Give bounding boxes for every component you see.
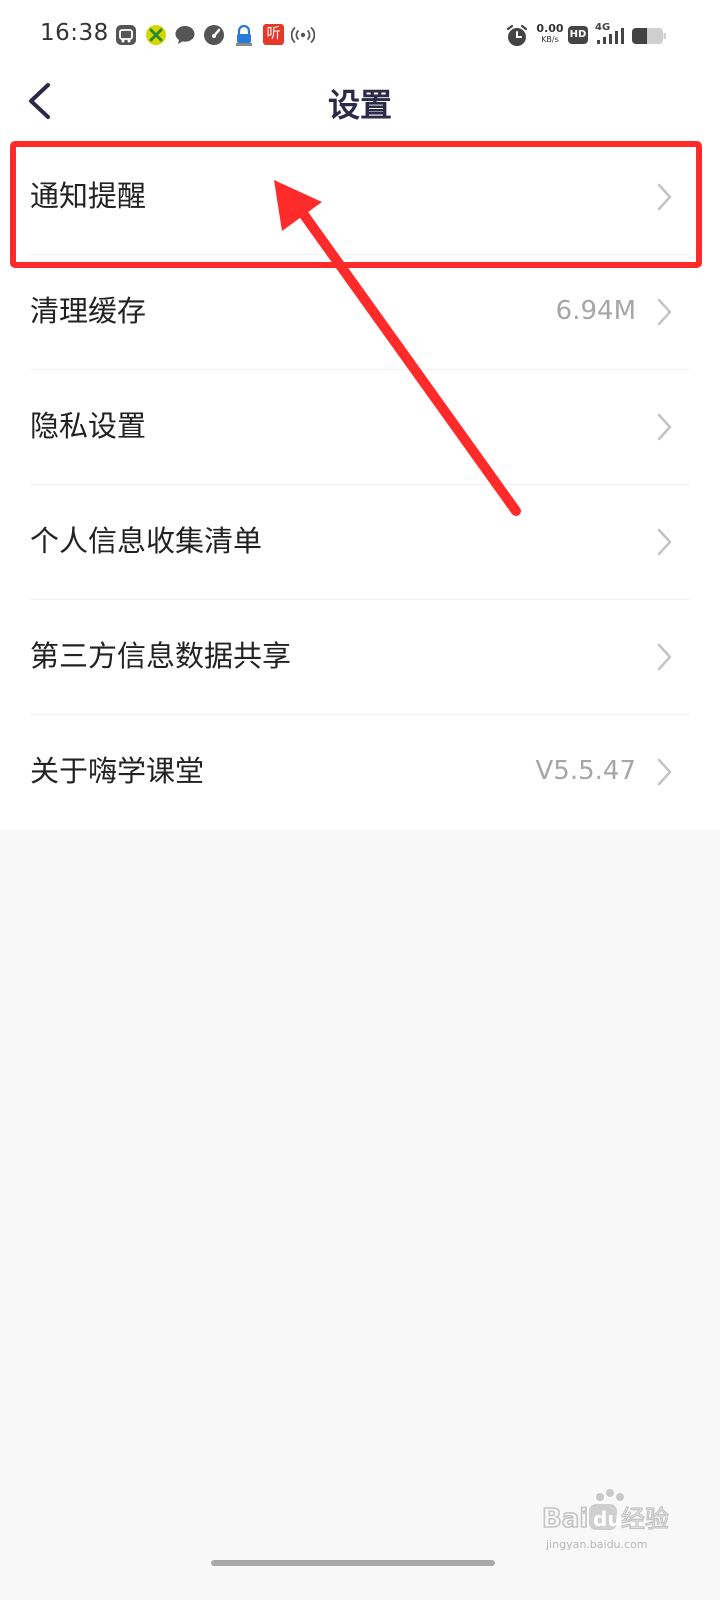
chevron-right-icon (657, 643, 672, 671)
net-speed-unit: KB/s (541, 35, 559, 44)
status-bar: 16:38 听 0.00 KB/s HD 4G (0, 0, 720, 72)
chevron-right-icon (657, 183, 672, 211)
signal-icon (597, 28, 624, 44)
settings-item-label: 清理缓存 (30, 294, 147, 328)
header-bar: 设置 (0, 72, 720, 140)
settings-item-personal-info-list[interactable]: 个人信息收集清单 (0, 485, 720, 600)
lock-app-icon (236, 24, 252, 46)
app-box-icon (116, 25, 136, 45)
net-speed-value: 0.00 (536, 22, 564, 35)
net-speed: 0.00 KB/s (535, 23, 565, 45)
chevron-right-icon (657, 413, 672, 441)
settings-item-label: 关于嗨学课堂 (30, 754, 205, 788)
baidu-watermark-logo: Bai du 经验 (542, 1489, 670, 1533)
listen-app-icon: 听 (263, 24, 284, 45)
settings-item-clear-cache[interactable]: 清理缓存 6.94M (0, 255, 720, 370)
speedometer-icon (204, 25, 224, 45)
alarm-icon (506, 24, 528, 46)
chevron-right-icon (657, 298, 672, 326)
home-indicator[interactable] (211, 1560, 495, 1566)
settings-list: 通知提醒 清理缓存 6.94M 隐私设置 个人信息收集清单 第三方信息数据共享 … (0, 140, 720, 830)
settings-item-third-party-sharing[interactable]: 第三方信息数据共享 (0, 600, 720, 715)
settings-item-privacy[interactable]: 隐私设置 (0, 370, 720, 485)
settings-item-label: 第三方信息数据共享 (30, 639, 292, 673)
svg-text:经验: 经验 (621, 1505, 669, 1533)
hotspot-icon (291, 26, 315, 44)
watermark-url: jingyan.baidu.com (546, 1538, 648, 1551)
settings-item-label: 通知提醒 (30, 179, 147, 213)
status-time: 16:38 (40, 20, 109, 46)
settings-item-notifications[interactable]: 通知提醒 (0, 140, 720, 255)
page-title: 设置 (327, 86, 392, 124)
svg-text:Bai: Bai (542, 1504, 588, 1533)
app-version-value: V5.5.47 (535, 756, 636, 786)
chevron-right-icon (657, 758, 672, 786)
lemon-app-icon (146, 25, 166, 45)
settings-item-label: 隐私设置 (30, 409, 147, 443)
settings-item-label: 个人信息收集清单 (30, 524, 263, 558)
settings-item-about[interactable]: 关于嗨学课堂 V5.5.47 (0, 715, 720, 830)
chevron-right-icon (657, 528, 672, 556)
chat-bubble-icon (175, 26, 195, 44)
battery-icon (632, 28, 666, 44)
svg-text:du: du (593, 1507, 622, 1531)
cache-size-value: 6.94M (555, 296, 636, 326)
hd-icon: HD (568, 26, 588, 44)
